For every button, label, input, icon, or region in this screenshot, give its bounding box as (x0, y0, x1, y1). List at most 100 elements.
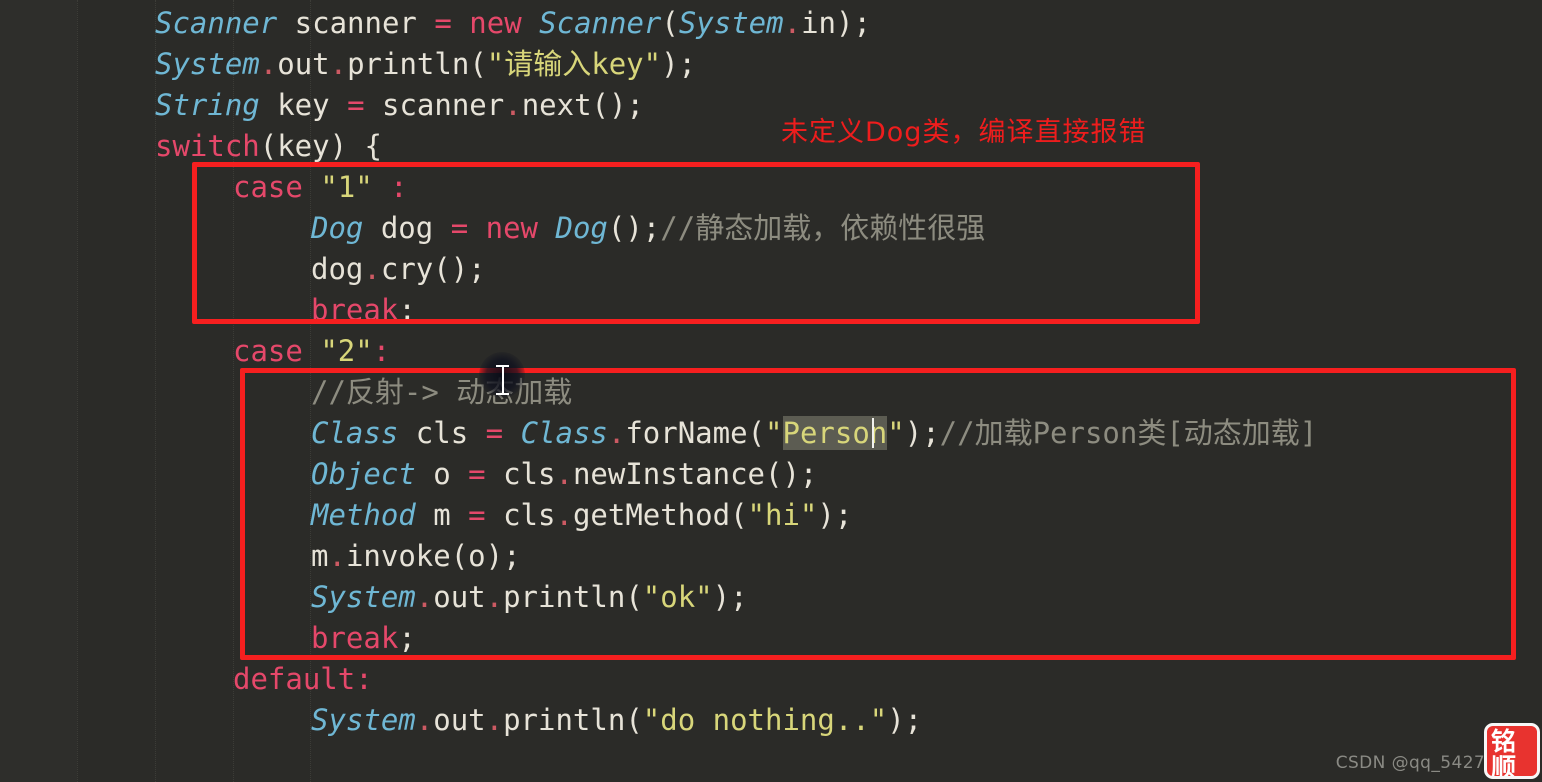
code-line-4: switch(key) { (155, 126, 382, 167)
token-dot: . (259, 47, 278, 81)
token-op: = (468, 498, 486, 532)
token-kw: : (390, 170, 408, 204)
token-type: Scanner (539, 6, 662, 40)
token-op: = (485, 416, 504, 450)
token-str: " (887, 416, 905, 450)
token-plain: dog (311, 252, 364, 286)
token-dot: . (607, 416, 626, 450)
token-plain: cls (485, 498, 556, 532)
token-kw: case (233, 334, 303, 368)
token-op: = (347, 88, 365, 122)
token-kw: case (233, 170, 303, 204)
token-type: Method (311, 498, 416, 532)
token-type: Object (311, 457, 416, 491)
token-str: "1" (320, 170, 373, 204)
token-plain: o (415, 457, 469, 491)
token-dot: . (485, 703, 504, 737)
code-line-10: //反射-> 动态加载 (311, 372, 572, 413)
annotation-undefined-dog-class: 未定义Dog类，编译直接报错 (781, 117, 1147, 148)
code-line-2: System.out.println("请输入key"); (155, 44, 696, 85)
token-op: = (434, 6, 452, 40)
token-kw: : (372, 334, 391, 368)
watermark-badge: 铭顺 (1484, 723, 1540, 779)
token-dot: . (363, 252, 381, 286)
token-plain: cls (398, 416, 486, 450)
token-plain: key (259, 88, 348, 122)
code-line-16: break; (311, 618, 416, 659)
token-punct: (); (433, 252, 486, 286)
code-line-3: String key = scanner.next(); (155, 85, 644, 126)
csdn-watermark: CSDN @qq_54277186 铭顺 (1336, 723, 1540, 779)
token-plain: out (433, 580, 486, 614)
token-comment: //反射-> 动态加载 (311, 375, 573, 409)
token-plain: println (503, 580, 626, 614)
token-dot: . (555, 457, 573, 491)
token-kw: new (469, 6, 522, 40)
code-line-12: Object o = cls.newInstance(); (311, 454, 817, 495)
token-dot: . (329, 47, 348, 81)
token-kw: default (233, 662, 356, 696)
token-type: Scanner (155, 6, 278, 40)
code-line-9: case "2": (233, 331, 390, 372)
token-kw: : (355, 662, 373, 696)
token-kw: switch (155, 129, 260, 163)
code-line-6: Dog dog = new Dog();//静态加载，依赖性很强 (311, 208, 985, 249)
code-text-area[interactable]: Scanner scanner = new Scanner(System.in)… (0, 0, 1542, 782)
code-line-18: System.out.println("do nothing.."); (311, 700, 922, 741)
token-type: System (678, 6, 784, 40)
token-op: = (468, 457, 486, 491)
token-punct: ( (625, 580, 643, 614)
selected-string-literal[interactable]: Person (782, 416, 888, 450)
token-plain: in (801, 6, 836, 40)
caret (872, 418, 875, 448)
token-comment: //加载Person类[动态加载] (939, 416, 1318, 450)
token-str: "do nothing.." (642, 703, 888, 737)
token-str: "2" (320, 334, 373, 368)
code-line-8: break; (311, 290, 416, 331)
token-type: Class (520, 416, 608, 450)
token-str: "hi" (747, 498, 818, 532)
token-comment: //静态加载，依赖性很强 (660, 211, 986, 245)
token-type: System (311, 703, 416, 737)
token-punct: ; (398, 621, 416, 655)
code-line-7: dog.cry(); (311, 249, 486, 290)
token-punct: (o); (450, 539, 521, 573)
token-punct: (); (591, 88, 644, 122)
token-str: "ok" (642, 580, 713, 614)
code-line-13: Method m = cls.getMethod("hi"); (311, 495, 852, 536)
token-type: Dog (311, 211, 364, 245)
code-line-15: System.out.println("ok"); (311, 577, 748, 618)
token-plain: scanner (277, 6, 435, 40)
token-type: Dog (555, 211, 608, 245)
token-punct: ( (747, 416, 766, 450)
token-punct: ); (836, 6, 871, 40)
token-plain: println (347, 47, 470, 81)
token-dot: . (783, 6, 802, 40)
token-kw: new (485, 211, 539, 245)
token-dot: . (555, 498, 573, 532)
code-editor-screenshot: Scanner scanner = new Scanner(System.in)… (0, 0, 1542, 782)
token-dot: . (415, 703, 434, 737)
token-punct: ); (661, 47, 697, 81)
token-plain: invoke (345, 539, 451, 573)
token-plain: dog (363, 211, 451, 245)
token-plain: newInstance (572, 457, 765, 491)
token-punct: ( (625, 703, 643, 737)
token-punct: ); (712, 580, 748, 614)
code-line-11: Class cls = Class.forName("Person ");//加载… (311, 413, 1317, 454)
token-punct: (); (607, 211, 661, 245)
token-plain: println (503, 703, 626, 737)
token-punct: ); (887, 703, 923, 737)
token-punct: ; (398, 293, 416, 327)
token-punct: ); (817, 498, 853, 532)
token-dot: . (415, 580, 434, 614)
token-str: "请输入key" (486, 47, 662, 81)
token-plain: m (311, 539, 329, 573)
token-plain: next (521, 88, 592, 122)
